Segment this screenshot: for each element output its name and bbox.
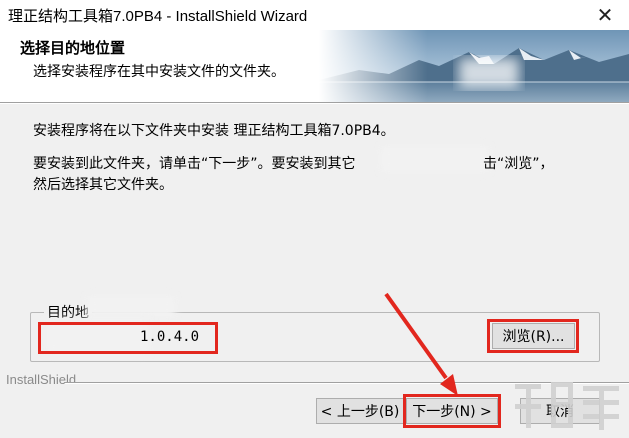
- installshield-brand: InstallShield: [6, 372, 77, 387]
- path-highlight-box: [38, 322, 218, 354]
- close-button[interactable]: ✕: [585, 0, 625, 30]
- window-title: 理正结构工具箱7.0PB4 - InstallShield Wizard: [8, 8, 308, 25]
- redacted-area: [86, 296, 176, 318]
- back-button[interactable]: < 上一步(B): [316, 398, 404, 424]
- instruction-text-line2: 然后选择其它文件夹。: [33, 177, 173, 193]
- next-highlight-box: [403, 394, 501, 428]
- destination-group-label: 目的地: [44, 302, 92, 322]
- instruction-text-line1-end: 击“浏览”，: [483, 156, 554, 172]
- page-subtitle: 选择安装程序在其中安装文件的文件夹。: [33, 64, 285, 80]
- wizard-header: 选择目的地位置 选择安装程序在其中安装文件的文件夹。: [0, 30, 629, 102]
- mountain-banner-image: [319, 30, 629, 102]
- redacted-area: [380, 146, 490, 172]
- header-divider: [0, 102, 629, 104]
- page-title: 选择目的地位置: [20, 39, 126, 57]
- install-location-text: 安装程序将在以下文件夹中安装 理正结构工具箱7.0PB4。: [33, 123, 395, 139]
- watermark-logo-icon: [515, 382, 619, 430]
- instruction-text-line1: 要安装到此文件夹，请单击“下一步”。要安装到其它: [33, 156, 356, 172]
- browse-highlight-box: [487, 319, 579, 353]
- title-bar: 理正结构工具箱7.0PB4 - InstallShield Wizard ✕: [0, 0, 629, 30]
- close-icon: ✕: [596, 3, 614, 27]
